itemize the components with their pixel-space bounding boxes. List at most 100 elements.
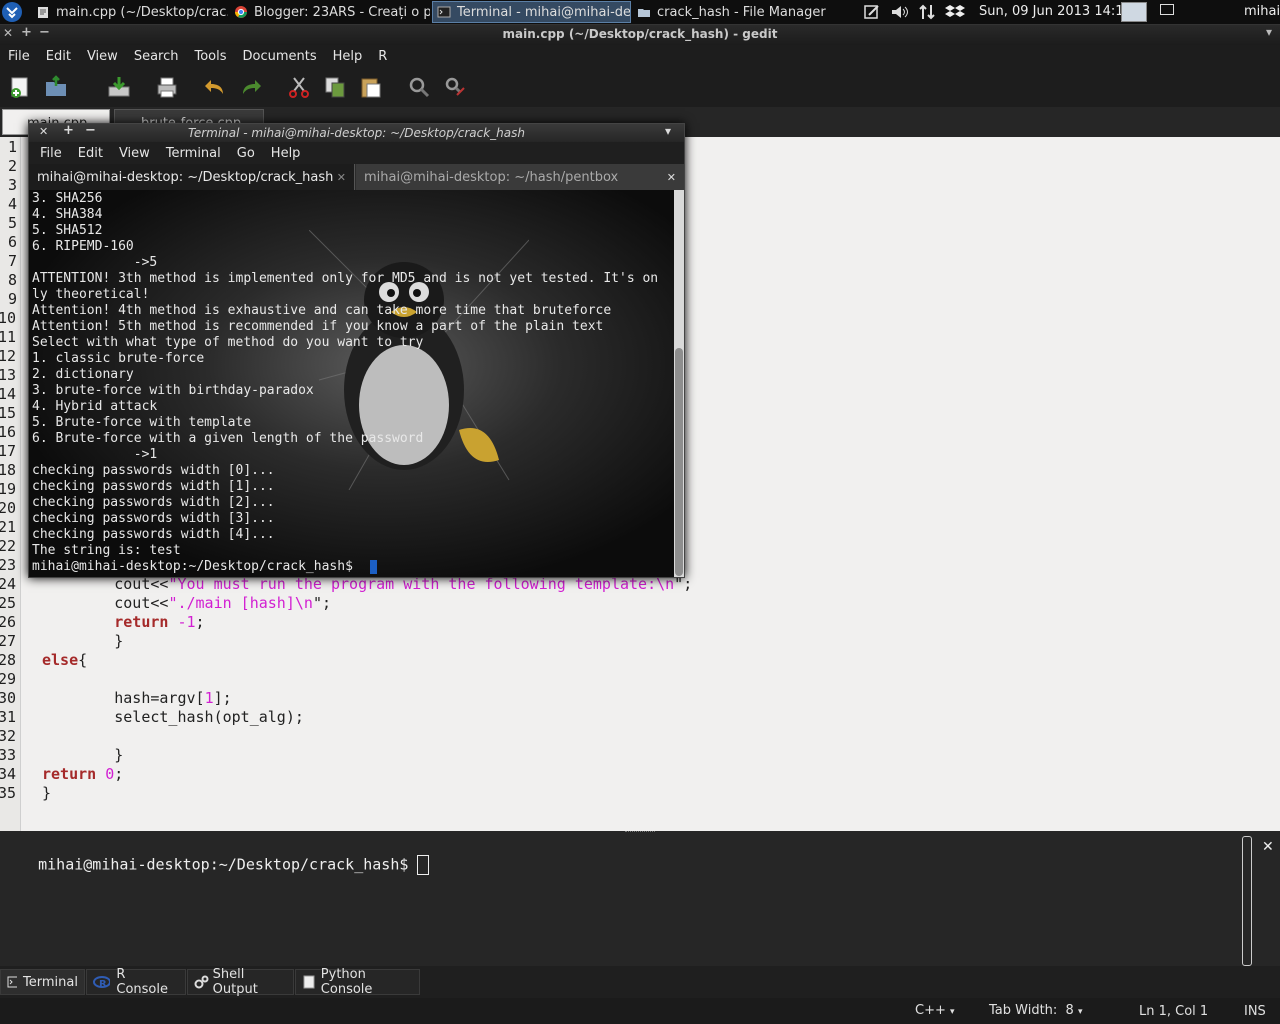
terminal-output-line: ATTENTION! 3th method is implemented onl…	[32, 271, 659, 286]
line-number: 22	[0, 537, 17, 555]
tab-width-selector[interactable]: Tab Width: 8 ▾	[989, 1003, 1083, 1018]
line-number: 14	[0, 385, 17, 403]
bottom-pane-tabs: Terminal R R Console Shell Output Python…	[0, 966, 1280, 998]
menu-tools[interactable]: Tools	[186, 49, 234, 64]
line-number: 5	[8, 214, 18, 232]
tab-label: Python Console	[320, 967, 373, 997]
notes-icon[interactable]	[863, 3, 881, 21]
menu-edit[interactable]: Edit	[38, 49, 79, 64]
show-desktop-icon[interactable]	[1160, 4, 1174, 15]
menu-file[interactable]: File	[32, 146, 70, 161]
undo-icon[interactable]	[203, 75, 227, 99]
line-number: 21	[0, 518, 17, 536]
find-icon[interactable]	[407, 75, 431, 99]
line-number: 20	[0, 499, 17, 517]
tab-label: Shell Output	[212, 967, 258, 997]
line-number: 24	[0, 575, 17, 593]
taskbar-item-gedit[interactable]: main.cpp (~/Desktop/crac...	[32, 1, 228, 23]
cut-icon[interactable]	[287, 75, 311, 99]
bottom-terminal-pane[interactable]: mihai@mihai-desktop:~/Desktop/crack_hash…	[0, 831, 1280, 966]
window-menu-icon[interactable]: ▾	[1266, 25, 1272, 39]
taskbar-item-label: main.cpp (~/Desktop/crac...	[56, 4, 228, 20]
desktop-preview-icon[interactable]	[1121, 2, 1147, 22]
terminal-icon	[437, 6, 451, 18]
line-number: 35	[0, 784, 17, 802]
line-number: 25	[0, 594, 17, 612]
line-number: 16	[0, 423, 17, 441]
line-number: 13	[0, 366, 17, 384]
text-editor-icon	[38, 7, 48, 18]
menu-view[interactable]: View	[111, 146, 158, 161]
gears-icon	[194, 975, 209, 989]
line-number: 9	[8, 290, 18, 308]
user-name[interactable]: mihai	[1244, 4, 1280, 19]
save-icon[interactable]	[107, 75, 131, 99]
close-tab-icon[interactable]: ✕	[667, 171, 676, 184]
menu-r[interactable]: R	[370, 49, 395, 64]
dropbox-icon[interactable]	[945, 3, 965, 21]
r-logo-icon: R	[93, 976, 111, 989]
terminal-scrollbar[interactable]	[674, 190, 684, 577]
paste-icon[interactable]	[359, 75, 383, 99]
line-number: 19	[0, 480, 17, 498]
clock[interactable]: Sun, 09 Jun 2013 14:14	[979, 4, 1132, 19]
app-menu-icon[interactable]	[2, 2, 22, 22]
copy-icon[interactable]	[323, 75, 347, 99]
close-tab-icon[interactable]: ✕	[337, 171, 346, 184]
window-menu-icon[interactable]: ▾	[665, 124, 671, 138]
menu-go[interactable]: Go	[229, 146, 263, 161]
tab-shell-output[interactable]: Shell Output	[187, 967, 294, 997]
menu-documents[interactable]: Documents	[235, 49, 325, 64]
terminal-output-line: checking passwords width [4]...	[32, 527, 275, 542]
terminal-output-line: 6. RIPEMD-160	[32, 239, 134, 254]
terminal-output[interactable]: 3. SHA256 4. SHA384 5. SHA512 6. RIPEMD-160…	[29, 190, 674, 577]
network-icon[interactable]	[918, 3, 936, 21]
menu-file[interactable]: File	[0, 49, 38, 64]
open-icon[interactable]	[44, 75, 68, 99]
print-icon[interactable]	[155, 75, 179, 99]
taskbar-item-terminal[interactable]: Terminal - mihai@mihai-de...	[432, 1, 631, 23]
line-number: 28	[0, 651, 17, 669]
taskbar-item-chrome[interactable]: Blogger: 23ARS - Creați o p...	[230, 1, 430, 23]
gedit-toolbar	[0, 67, 1280, 107]
line-number: 4	[8, 195, 18, 213]
status-bar: C++ ▾ Tab Width: 8 ▾ Ln 1, Col 1 INS	[0, 998, 1280, 1024]
menu-edit[interactable]: Edit	[70, 146, 111, 161]
line-number: 11	[0, 328, 17, 346]
line-number: 10	[0, 309, 17, 327]
line-number: 8	[8, 271, 18, 289]
scrollbar-thumb[interactable]	[675, 348, 683, 576]
terminal-output-line: ly theoretical!	[32, 287, 150, 302]
bottom-terminal-scrollbar[interactable]	[1242, 836, 1252, 966]
taskbar-item-file-manager[interactable]: crack_hash - File Manager	[633, 1, 833, 23]
find-replace-icon[interactable]	[443, 75, 467, 99]
terminal-output-line: 2. dictionary	[32, 367, 134, 382]
redo-icon[interactable]	[239, 75, 263, 99]
terminal-tab-pentbox[interactable]: mihai@mihai-desktop: ~/hash/pentbox ✕	[356, 164, 684, 190]
menu-help[interactable]: Help	[325, 49, 371, 64]
new-document-icon[interactable]	[8, 75, 32, 99]
tab-python-console[interactable]: Python Console	[295, 967, 420, 997]
terminal-tabbar: mihai@mihai-desktop: ~/Desktop/crack_has…	[29, 164, 684, 190]
tab-label: R Console	[116, 967, 168, 997]
chrome-icon	[235, 6, 247, 18]
menu-help[interactable]: Help	[263, 146, 309, 161]
menu-view[interactable]: View	[79, 49, 126, 64]
taskbar-item-label: Terminal - mihai@mihai-de...	[457, 4, 631, 20]
terminal-output-line: 4. SHA384	[32, 207, 103, 222]
menu-terminal[interactable]: Terminal	[158, 146, 229, 161]
pane-resize-handle[interactable]	[625, 831, 655, 834]
tab-label: Terminal	[23, 974, 78, 990]
terminal-output-line: 3. brute-force with birthday-paradox	[32, 383, 314, 398]
terminal-tab-crack-hash[interactable]: mihai@mihai-desktop: ~/Desktop/crack_has…	[29, 164, 355, 190]
menu-search[interactable]: Search	[126, 49, 187, 64]
close-pane-icon[interactable]: ✕	[1262, 839, 1274, 855]
code-line-34: return 0;	[42, 765, 124, 783]
volume-icon[interactable]	[890, 3, 910, 21]
tab-r-console[interactable]: R R Console	[86, 967, 186, 997]
language-selector[interactable]: C++ ▾	[915, 1003, 955, 1018]
folder-icon	[638, 9, 650, 17]
code-line-30: hash=argv[1];	[42, 689, 232, 707]
tab-terminal[interactable]: Terminal	[0, 969, 85, 995]
terminal-titlebar[interactable]: ✕ + − Terminal - mihai@mihai-desktop: ~/…	[29, 124, 684, 142]
